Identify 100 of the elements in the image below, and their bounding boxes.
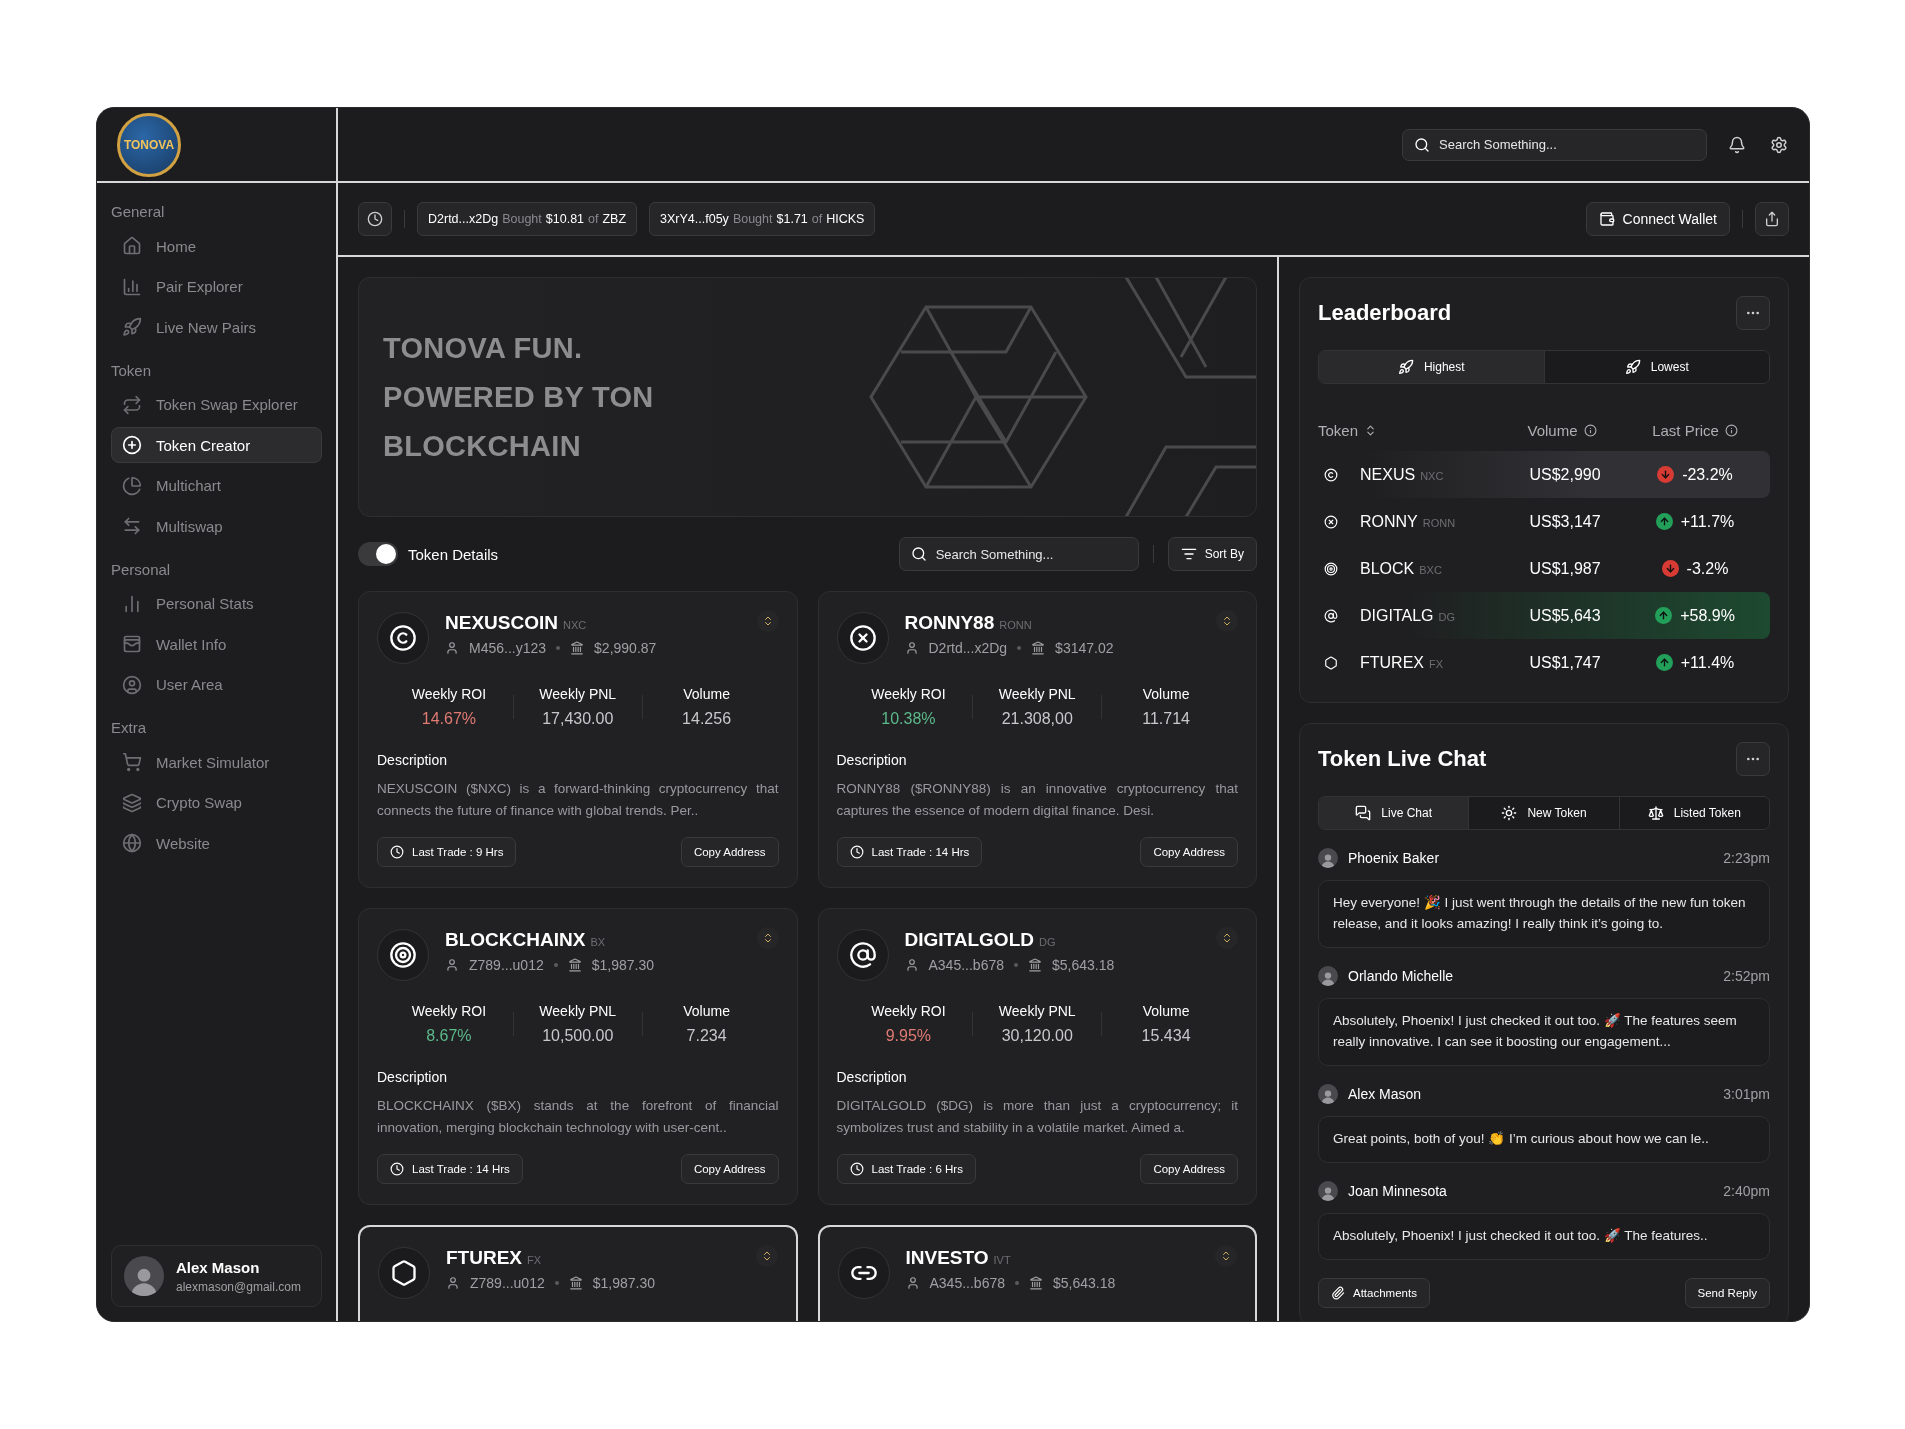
- user-card[interactable]: Alex Mason alexmason@gmail.com: [111, 1245, 322, 1307]
- sort-button[interactable]: Sort By: [1167, 537, 1257, 571]
- sidebar-item[interactable]: Multiswap: [111, 508, 322, 544]
- message-time: 3:01pm: [1723, 1085, 1770, 1102]
- banner-headline: TONOVA FUN.: [383, 331, 584, 365]
- c-circle-icon: [389, 624, 417, 652]
- price-change: -3.2%: [1686, 559, 1729, 578]
- filter-icon: [1180, 546, 1197, 562]
- clock-icon: [367, 211, 383, 227]
- bank-icon: [1029, 1276, 1043, 1291]
- tab[interactable]: Live Chat: [1319, 797, 1470, 829]
- user-icon: [446, 1276, 460, 1291]
- stat-label: Volume: [683, 1003, 730, 1020]
- sidebar-item[interactable]: User Area: [111, 666, 322, 703]
- volume-value: US$1,987: [1528, 559, 1602, 578]
- sidebar-item[interactable]: Crypto Swap: [111, 784, 322, 821]
- sidebar-item[interactable]: Personal Stats: [111, 585, 322, 622]
- leaderboard-row[interactable]: RONNY RONN US$3,147 +11.7%: [1318, 498, 1770, 545]
- sidebar-item[interactable]: Wallet Info: [111, 626, 322, 662]
- token-name: NEXUSCOIN: [445, 612, 558, 634]
- column-header[interactable]: Token: [1318, 422, 1504, 439]
- logo[interactable]: TONOVA: [117, 112, 181, 177]
- attachments-button[interactable]: Attachments: [1318, 1277, 1430, 1308]
- leaderboard-row[interactable]: BLOCK BXC US$1,987 -3.2%: [1318, 545, 1770, 592]
- column-header[interactable]: Last Price: [1620, 422, 1770, 439]
- message-time: 2:23pm: [1723, 850, 1770, 866]
- stat-value: 9.95%: [885, 1027, 932, 1046]
- stat-value: 14.256: [682, 710, 732, 728]
- pie-chart-icon: [122, 475, 142, 496]
- search-icon: [910, 546, 927, 562]
- volume-value: US$5,643: [1528, 606, 1602, 625]
- token-name: BLOCK: [1360, 559, 1415, 578]
- search-field[interactable]: Search Something...: [1402, 128, 1707, 161]
- token-name: FTUREX: [446, 1247, 522, 1270]
- stat-label: Weekly ROI: [411, 1003, 487, 1020]
- token-value: $2,990.87: [594, 640, 657, 656]
- x-circle-icon: [1324, 514, 1338, 529]
- tab[interactable]: Listed Token: [1619, 797, 1769, 829]
- token-value: $3147.02: [1055, 640, 1114, 656]
- section-title: Token: [111, 361, 153, 379]
- copy-address-button[interactable]: Copy Address: [1140, 837, 1238, 868]
- token-value: $1,987.30: [591, 957, 655, 974]
- clock-button[interactable]: [358, 202, 392, 236]
- send-reply-button[interactable]: Send Reply: [1684, 1277, 1770, 1308]
- stat-value: 10.38%: [881, 710, 936, 728]
- last-trade-button[interactable]: Last Trade : 9 Hrs: [377, 837, 517, 868]
- sidebar-item[interactable]: Live New Pairs: [111, 309, 322, 345]
- sidebar-item[interactable]: Token Swap Explorer: [111, 386, 322, 423]
- description-label: Description: [836, 752, 908, 768]
- user-icon: [905, 1276, 920, 1291]
- info-icon: [1724, 424, 1738, 437]
- message-bubble: Absolutely, Phoenix! I just checked it out too. 🚀 The features..: [1318, 1212, 1770, 1260]
- bar-chart-icon: [122, 593, 142, 614]
- last-trade-button[interactable]: Last Trade : 14 Hrs: [836, 837, 983, 868]
- stat-label: Weekly PNL: [539, 1003, 617, 1020]
- price-change: -23.2%: [1682, 465, 1733, 484]
- volume-value: US$1,747: [1528, 653, 1602, 672]
- tab[interactable]: New Token: [1469, 797, 1620, 829]
- sidebar-item[interactable]: Home: [111, 228, 322, 264]
- search-field[interactable]: Search Something...: [898, 537, 1139, 571]
- copy-address-button[interactable]: Copy Address: [680, 837, 779, 868]
- paperclip-icon: [1331, 1285, 1345, 1300]
- last-trade-button[interactable]: Last Trade : 14 Hrs: [377, 1154, 523, 1185]
- copy-address-button[interactable]: Copy Address: [1140, 1154, 1238, 1185]
- token-details-toggle[interactable]: [358, 542, 398, 566]
- sidebar-item[interactable]: Market Simulator: [111, 744, 322, 780]
- clock-icon: [849, 845, 864, 860]
- stat-label: Volume: [1142, 686, 1190, 702]
- token-value: $5,643.18: [1053, 1275, 1116, 1292]
- wallet-address: Z789...u012: [469, 957, 544, 974]
- leaderboard-row[interactable]: FTUREX FX US$1,747 +11.4%: [1318, 639, 1770, 686]
- share-button[interactable]: [1755, 202, 1789, 236]
- message-author: Phoenix Baker: [1348, 850, 1441, 866]
- chevrons-icon: [1220, 1250, 1232, 1263]
- stat-label: Volume: [683, 686, 730, 702]
- sidebar-item[interactable]: Token Creator: [111, 427, 322, 463]
- sidebar-item[interactable]: Website: [111, 825, 322, 861]
- tab[interactable]: Highest: [1319, 351, 1545, 383]
- clock-icon: [390, 1162, 404, 1177]
- stat-label: Weekly ROI: [411, 686, 487, 702]
- sidebar-item[interactable]: Pair Explorer: [111, 268, 322, 305]
- connect-wallet-button[interactable]: Connect Wallet: [1585, 202, 1730, 236]
- token-name: RONNY: [1360, 512, 1418, 531]
- price-change: +11.7%: [1680, 512, 1735, 531]
- at-sign-icon: [1324, 608, 1338, 623]
- tab[interactable]: Lowest: [1544, 351, 1769, 383]
- token-ticker: NXC: [1420, 469, 1444, 482]
- column-header[interactable]: Volume: [1504, 422, 1620, 439]
- token-name: BLOCKCHAINX: [445, 929, 586, 952]
- copy-address-button[interactable]: Copy Address: [680, 1154, 779, 1185]
- hexagon-icon: [1324, 655, 1338, 670]
- last-trade-button[interactable]: Last Trade : 6 Hrs: [836, 1154, 976, 1185]
- bank-icon: [567, 958, 582, 973]
- sidebar-item[interactable]: Multichart: [111, 467, 322, 504]
- bank-icon: [1028, 958, 1042, 973]
- token-name: NEXUS: [1360, 465, 1416, 484]
- price-change: +11.4%: [1680, 653, 1735, 672]
- description-text: NEXUSCOIN ($NXC) is a forward-thinking cryptocurrency that connects the future of finance with global trends. Per..: [377, 780, 779, 820]
- x-circle-icon: [848, 624, 877, 652]
- panel-title: Leaderboard: [1318, 300, 1452, 326]
